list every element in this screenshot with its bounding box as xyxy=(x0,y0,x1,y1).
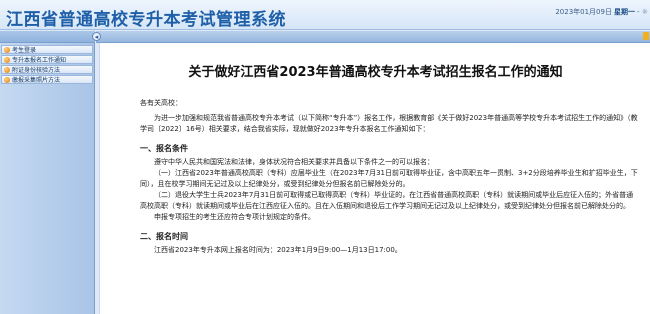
header-trailing: - ☼ xyxy=(636,8,648,16)
notice-body: 各有关高校： 为进一步加强和规范我省普通高校专升本考试（以下简称“专升本”）报名… xyxy=(140,98,640,256)
notice-paragraph: （一）江西省2023年普通高校高职（专科）应届毕业生（在2023年7月31日前可… xyxy=(140,169,638,188)
collapse-sidebar-icon[interactable]: ◂ xyxy=(92,32,101,41)
notice-panel: 关于做好江西省2023年普通高校专升本考试招生报名工作的通知 各有关高校： 为进… xyxy=(99,43,650,314)
sidebar-item-login[interactable]: 考生登录 xyxy=(1,45,93,54)
header-date: 2023年01月09日 xyxy=(555,8,612,16)
section-heading: 一、报名条件 xyxy=(140,144,188,153)
notice-intro: 为进一步加强和规范我省普通高校专升本考试（以下简称“专升本”）报名工作，根据教育… xyxy=(140,114,638,133)
notice-paragraph: 遵守中华人民共和国宪法和法律，身体状况符合相关要求并具备以下条件之一的可以报名： xyxy=(154,158,434,166)
app-title: 江西省普通高校专升本考试管理系统 xyxy=(6,10,286,30)
sidebar-item-label: 考生登录 xyxy=(12,47,37,54)
sidebar: 考生登录 专升本报名工作通知 附证身份核验方法 缴报采集照片方法 xyxy=(0,43,95,314)
sidebar-item-label: 专升本报名工作通知 xyxy=(12,57,67,64)
sidebar-item-label: 缴报采集照片方法 xyxy=(12,77,61,84)
sidebar-item-label: 附证身份核验方法 xyxy=(12,67,61,74)
notice-paragraph: （二）退役大学生士兵2023年7月31日前可取得或已取得高职（专科）毕业证的，在… xyxy=(140,191,634,210)
bullet-icon xyxy=(4,66,10,73)
notice-title: 关于做好江西省2023年普通高校专升本考试招生报名工作的通知 xyxy=(188,65,563,80)
content-toolbar xyxy=(96,31,650,43)
app-header: 江西省普通高校专升本考试管理系统 2023年01月09日 星期一 - ☼ xyxy=(0,0,650,30)
sidebar-item-id-verify[interactable]: 附证身份核验方法 xyxy=(1,65,93,74)
bullet-icon xyxy=(4,46,10,53)
bullet-icon xyxy=(4,56,10,63)
bullet-icon xyxy=(4,76,10,83)
sidebar-item-notice[interactable]: 专升本报名工作通知 xyxy=(1,55,93,64)
sidebar-header-bar xyxy=(0,31,95,43)
header-date-area: 2023年01月09日 星期一 - ☼ xyxy=(555,7,648,17)
notice-paragraph: 申报专项招生的考生还应符合专项计划规定的条件。 xyxy=(154,213,315,221)
notice-greeting: 各有关高校： xyxy=(140,99,182,107)
corner-indicator-icon xyxy=(643,32,649,40)
header-weekday: 星期一 xyxy=(613,8,635,16)
section-heading: 二、报名时间 xyxy=(140,232,188,241)
notice-paragraph: 江西省2023年专升本网上报名时间为：2023年1月9日9:00—1月13日17… xyxy=(154,246,402,254)
sidebar-item-photo[interactable]: 缴报采集照片方法 xyxy=(1,75,93,84)
